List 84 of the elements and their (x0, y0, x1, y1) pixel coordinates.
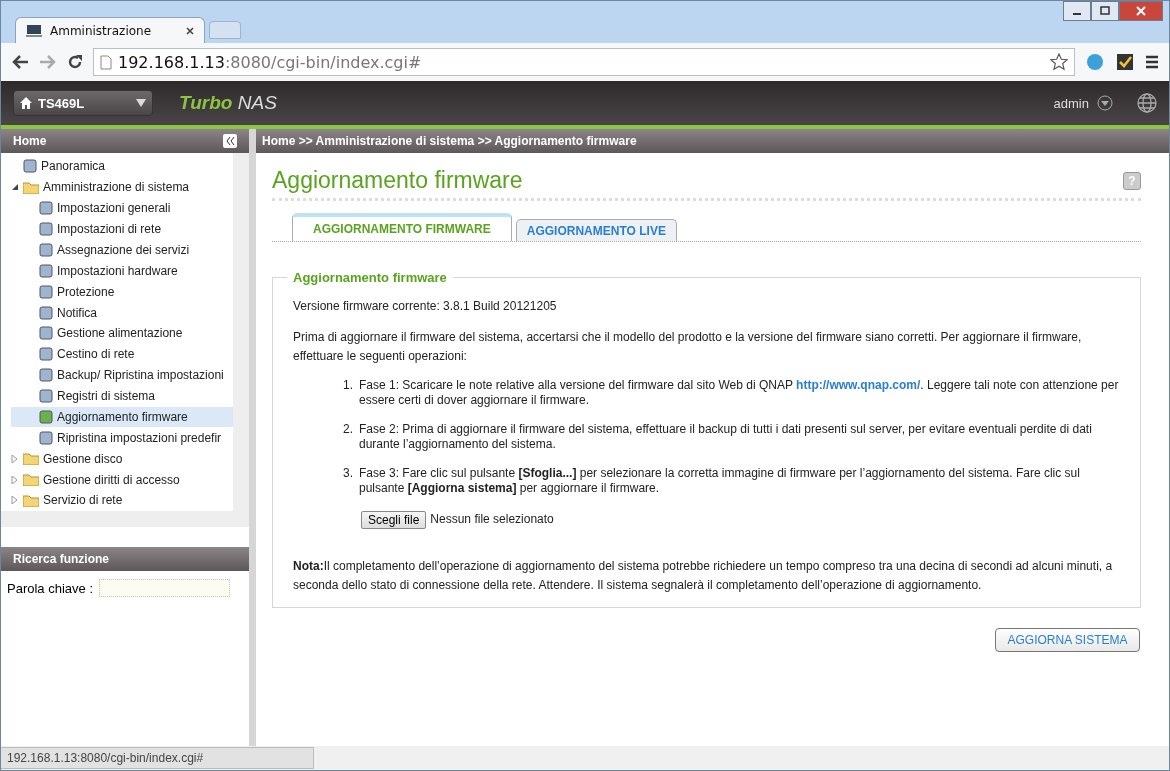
tree-item[interactable]: Amministrazione di sistema (11, 176, 233, 198)
search-panel-title: Ricerca funzione (13, 552, 110, 566)
globe-icon[interactable] (1137, 93, 1157, 113)
page-icon (23, 159, 37, 174)
page-icon (39, 347, 53, 362)
page-title: Aggiornamento firmware (272, 167, 523, 194)
note-text: Nota:Il completamento dell’operazione di aggiornamento del sistema potrebbe richiedere un tempo compreso tra una decina di secondi ad alcuni minuti, a seconda dello stato di connessione della rete. Attendere. Il sistema segnalerà il completamento dell’operazione di aggiornamento. (293, 558, 1114, 594)
status-url: 192.168.1.13:8080/cgi-bin/index.cgi# (1, 747, 315, 769)
tree-item[interactable]: Servizio di rete (11, 490, 233, 511)
user-name[interactable]: admin (1053, 95, 1089, 111)
tree-item[interactable]: Gestione diritti di accesso (11, 469, 233, 490)
tree-item[interactable]: Assegnazione dei servizi (11, 239, 233, 261)
tree-item[interactable]: Gestione disco (11, 448, 233, 470)
horizontal-scrollbar[interactable] (1, 511, 249, 527)
page-icon (39, 326, 53, 341)
extension-icon[interactable] (1115, 52, 1135, 72)
device-selector[interactable]: TS469L (13, 90, 153, 116)
link[interactable]: http://www.qnap.com/ (796, 378, 921, 392)
page-icon (39, 305, 53, 320)
step-number: 2. (342, 422, 353, 438)
tree-item[interactable]: Impostazioni hardware (11, 260, 233, 282)
choose-file-button[interactable]: Scegli file (361, 510, 427, 529)
page-icon (39, 263, 53, 278)
page-icon (39, 201, 53, 216)
home-icon (20, 97, 32, 109)
collapsed-arrow-icon[interactable] (11, 496, 19, 505)
step-text: Fase 3: Fare clic sul pulsante [Sfoglia...] per selezionare la corretta immagine di firmware per l’aggiornamento del sistema. Fare clic sul pulsante [Aggiorna sistema] per aggiornare il firmware. (359, 466, 1081, 496)
step-number: 1. (342, 378, 353, 394)
page-icon (39, 242, 53, 257)
dropdown-arrow-icon (136, 99, 146, 107)
monitor-icon (26, 23, 42, 38)
tree-item[interactable]: Ripristina impostazioni predefir (11, 427, 233, 449)
close-icon (1136, 6, 1146, 16)
close-window-button[interactable] (1119, 1, 1163, 21)
folder-icon (23, 452, 39, 466)
step-text: Fase 2: Prima di aggiornare il firmware del sistema, effettuare il backup di tutti i dati presenti sul server, per evitare eventuali perdite di dati durante l’aggiornamento del sistema. (359, 422, 1093, 452)
file-status: Nessun file selezionato (430, 511, 554, 528)
menu-icon[interactable] (1145, 55, 1159, 69)
breadcrumb: Home >> Amministrazione di sistema >> Aggiornamento firmware (256, 129, 1169, 153)
page-icon (39, 409, 53, 424)
back-icon[interactable] (11, 54, 29, 70)
folder-icon (23, 180, 39, 194)
tree-item[interactable]: Impostazioni generali (11, 197, 233, 219)
page-icon (39, 222, 53, 237)
tree-item[interactable]: Panoramica (11, 156, 233, 177)
tree-item[interactable]: Impostazioni di rete (11, 218, 233, 240)
page-icon (39, 430, 53, 445)
update-system-button[interactable]: AGGIORNA SISTEMA (995, 628, 1140, 652)
folder-icon (23, 473, 39, 487)
expanded-arrow-icon[interactable] (11, 183, 19, 192)
address-bar[interactable]: 192.168.1.13:8080/cgi-bin/index.cgi# (93, 48, 1075, 76)
sidebar-title: Home (13, 134, 47, 148)
maximize-icon (1100, 6, 1110, 16)
version-text: Versione firmware corrente: 3.8.1 Build 20121205 (293, 298, 558, 315)
brand-logo: Turbo NAS (179, 92, 278, 114)
tree-item[interactable]: Protezione (11, 281, 233, 303)
page-icon (39, 368, 53, 383)
close-icon[interactable] (186, 26, 194, 35)
reload-icon[interactable] (67, 54, 83, 70)
tree-item[interactable]: Aggiornamento firmware (11, 406, 233, 428)
page-icon (39, 389, 53, 404)
intro-text: Prima di aggiornare il firmware del sistema, accertarsi che il modello del prodotto e la versione del firmware siano corretti. Per aggiornare il firmware, effettuare le seguenti operazioni: (293, 329, 1083, 365)
tree-item[interactable]: Backup/ Ripristina impostazioni (11, 364, 233, 386)
folder-icon (23, 493, 39, 507)
panel-title: Aggiornamento firmware (292, 269, 448, 287)
page-icon (39, 284, 53, 299)
keyword-label: Parola chiave : (7, 580, 93, 596)
collapse-icon[interactable] (223, 134, 237, 148)
page-icon (100, 54, 112, 70)
tab[interactable]: AGGIORNAMENTO LIVE (515, 219, 677, 241)
step-text: Fase 1: Scaricare le note relative alla versione del firmware dal sito Web di QNAP http://www.qnap.com/. Leggere tali note con attenzione per essere certi di dover aggiornare il firmware. (359, 378, 1120, 408)
step-number: 3. (342, 466, 353, 482)
tree-item[interactable]: Gestione alimentazione (11, 323, 233, 344)
collapsed-arrow-icon[interactable] (11, 454, 19, 463)
maximize-button[interactable] (1091, 1, 1119, 21)
tree-item[interactable]: Notifica (11, 302, 233, 323)
tree-item[interactable]: Registri di sistema (11, 385, 233, 407)
collapsed-arrow-icon[interactable] (11, 475, 19, 484)
browser-tab[interactable]: Amministrazione (15, 17, 205, 43)
tree-item[interactable]: Cestino di rete (11, 343, 233, 365)
star-icon[interactable] (1050, 53, 1068, 71)
minimize-icon (1073, 13, 1081, 15)
keyword-field[interactable] (99, 579, 230, 597)
minimize-button[interactable] (1063, 1, 1091, 21)
